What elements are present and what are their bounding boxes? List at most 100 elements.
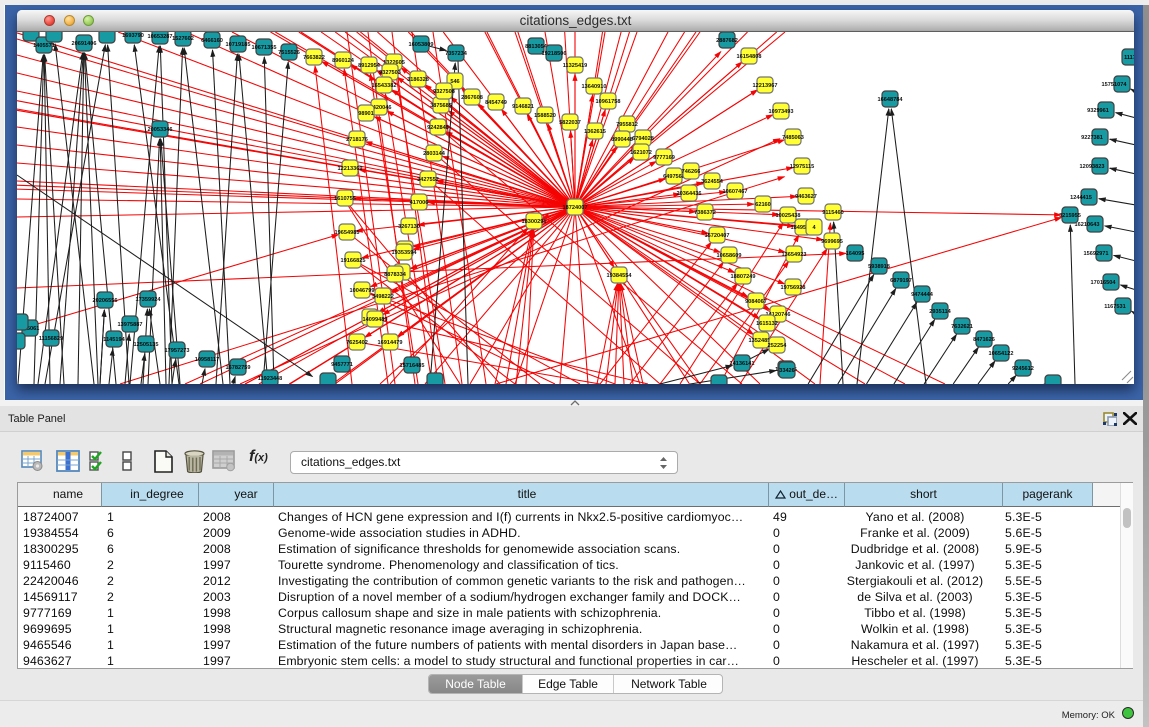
svg-text:18807249: 18807249 — [731, 274, 756, 280]
svg-text:10658609: 10658609 — [717, 253, 742, 259]
svg-text:18724007: 18724007 — [563, 205, 588, 211]
svg-text:12213369: 12213369 — [338, 166, 363, 172]
svg-text:2935114: 2935114 — [929, 309, 951, 315]
svg-text:17359924: 17359924 — [136, 297, 162, 303]
svg-text:1167531: 1167531 — [1104, 304, 1125, 310]
svg-text:9227381: 9227381 — [1081, 135, 1103, 141]
svg-text:1362615: 1362615 — [584, 129, 606, 135]
svg-text:2887682: 2887682 — [716, 38, 738, 44]
svg-text:10046799: 10046799 — [350, 288, 375, 294]
svg-text:8878334: 8878334 — [384, 272, 407, 278]
svg-text:9245612: 9245612 — [1012, 366, 1034, 372]
svg-text:3875685: 3875685 — [430, 103, 452, 109]
svg-text:5938918: 5938918 — [868, 264, 890, 270]
svg-text:8912954: 8912954 — [358, 63, 381, 69]
svg-text:1405571: 1405571 — [33, 43, 55, 49]
svg-text:9463627: 9463627 — [795, 194, 817, 200]
svg-text:746266: 746266 — [682, 169, 701, 175]
svg-text:16782759: 16782759 — [226, 365, 251, 371]
svg-text:1615132: 1615132 — [756, 321, 778, 327]
svg-text:9474444: 9474444 — [911, 292, 934, 298]
svg-text:2718176: 2718176 — [346, 137, 368, 143]
svg-text:10607467: 10607467 — [723, 189, 748, 195]
svg-text:9115460: 9115460 — [822, 210, 843, 216]
svg-text:7515526: 7515526 — [278, 50, 300, 56]
svg-text:3427552: 3427552 — [417, 177, 439, 183]
svg-text:14136141: 14136141 — [730, 361, 755, 367]
svg-text:6466160: 6466160 — [201, 38, 223, 44]
svg-text:19756928: 19756928 — [781, 285, 806, 291]
svg-text:9084067: 9084067 — [745, 299, 767, 305]
svg-text:19654985: 19654985 — [335, 230, 360, 236]
svg-text:9329961: 9329961 — [1087, 108, 1109, 114]
svg-text:1145194: 1145194 — [103, 337, 125, 343]
svg-text:9327503: 9327503 — [379, 70, 401, 76]
svg-text:7357234: 7357234 — [445, 51, 468, 57]
svg-text:3186328: 3186328 — [407, 77, 429, 83]
svg-text:3267130: 3267130 — [398, 224, 420, 230]
svg-text:12093823: 12093823 — [1080, 164, 1105, 170]
svg-text:10654122: 10654122 — [989, 351, 1014, 357]
svg-text:11325419: 11325419 — [563, 63, 588, 69]
svg-text:7955812: 7955812 — [616, 122, 638, 128]
svg-text:3215955: 3215955 — [1059, 213, 1081, 219]
svg-text:12505135: 12505135 — [134, 342, 159, 348]
svg-text:9699695: 9699695 — [821, 239, 843, 245]
svg-text:11156829: 11156829 — [39, 336, 63, 342]
svg-text:15716485: 15716485 — [400, 363, 425, 369]
svg-text:15692971: 15692971 — [1084, 251, 1109, 257]
svg-text:16210643: 16210643 — [1075, 222, 1100, 228]
svg-text:12213967: 12213967 — [753, 83, 778, 89]
svg-text:10958117: 10958117 — [195, 357, 220, 363]
svg-text:98901: 98901 — [358, 111, 374, 117]
svg-text:10671355: 10671355 — [252, 45, 277, 51]
svg-text:7386372: 7386372 — [694, 210, 716, 216]
svg-text:7663822: 7663822 — [303, 55, 325, 61]
svg-text:10653287: 10653287 — [148, 34, 173, 40]
svg-text:1693790: 1693790 — [122, 33, 144, 39]
svg-text:2867608: 2867608 — [461, 95, 483, 101]
svg-text:20691406: 20691406 — [72, 41, 97, 47]
svg-text:1610755: 1610755 — [334, 196, 356, 202]
svg-text:8471626: 8471626 — [973, 337, 995, 343]
svg-text:252254: 252254 — [768, 343, 788, 349]
svg-text:11923448: 11923448 — [258, 376, 283, 382]
svg-text:7485063: 7485063 — [782, 135, 804, 141]
svg-text:15751074: 15751074 — [1102, 82, 1128, 88]
svg-text:164095: 164095 — [846, 251, 865, 257]
svg-text:19218506: 19218506 — [542, 51, 567, 57]
svg-text:17957273: 17957273 — [165, 348, 190, 354]
svg-text:8454749: 8454749 — [485, 100, 507, 106]
svg-text:19166825: 19166825 — [341, 258, 366, 264]
svg-text:13640910: 13640910 — [582, 84, 607, 90]
svg-text:1527602: 1527602 — [172, 36, 194, 42]
svg-text:417006: 417006 — [410, 200, 429, 206]
svg-text:19384554: 19384554 — [607, 273, 633, 279]
svg-text:3498222: 3498222 — [372, 294, 394, 300]
svg-text:20053346: 20053346 — [148, 127, 173, 133]
svg-text:8813054: 8813054 — [525, 44, 548, 50]
svg-text:17016504: 17016504 — [1091, 280, 1117, 286]
svg-text:5822037: 5822037 — [559, 120, 581, 126]
svg-text:20206556: 20206556 — [93, 298, 118, 304]
svg-text:10961758: 10961758 — [596, 99, 621, 105]
svg-text:9457771: 9457771 — [331, 362, 353, 368]
svg-text:1244415: 1244415 — [1070, 195, 1092, 201]
svg-text:8960124: 8960124 — [332, 58, 355, 64]
svg-text:9242848: 9242848 — [427, 125, 449, 131]
svg-text:1117: 1117 — [1124, 55, 1134, 61]
svg-text:9327508: 9327508 — [433, 89, 455, 95]
svg-text:16648784: 16648784 — [878, 97, 904, 103]
svg-text:13975887: 13975887 — [118, 322, 143, 328]
svg-text:14099489: 14099489 — [363, 317, 388, 323]
svg-text:16154808: 16154808 — [737, 54, 762, 60]
svg-text:16543382: 16543382 — [372, 83, 397, 89]
svg-text:7625402: 7625402 — [346, 340, 368, 346]
svg-text:3624554: 3624554 — [701, 179, 724, 185]
svg-text:13654923: 13654923 — [782, 252, 807, 258]
svg-text:8990448: 8990448 — [611, 137, 633, 143]
svg-text:12975115: 12975115 — [790, 164, 815, 170]
svg-text:19353594: 19353594 — [392, 250, 418, 256]
svg-text:2803144: 2803144 — [423, 151, 446, 157]
svg-text:6794028: 6794028 — [632, 136, 654, 142]
